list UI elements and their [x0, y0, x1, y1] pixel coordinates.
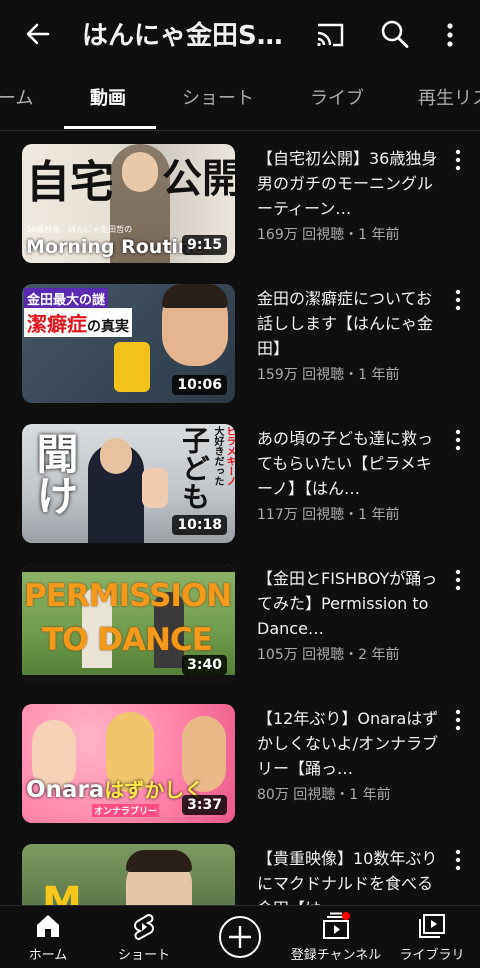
nav-subscriptions[interactable]: 登録チャンネル [288, 906, 384, 968]
person-hair [126, 850, 192, 872]
more-vert-icon[interactable] [448, 848, 468, 872]
video-list: 自宅 公開 36歳独身、はんにゃ金田哲の Morning Routine 9:1… [0, 130, 480, 905]
video-meta: 105万 回視聴・2 年前 [257, 647, 400, 663]
tab-live[interactable]: ライブ [310, 70, 364, 128]
letterbox-bottom [22, 675, 235, 683]
duration-badge: 3:40 [182, 655, 227, 675]
tab-videos[interactable]: 動画 [90, 70, 126, 128]
thumb-title-box: 潔癖症の真実 [24, 308, 132, 337]
video-item[interactable]: M 【貴重映像】10数年ぶりにマクドナルドを食べる金田【は… [0, 830, 480, 905]
nav-create[interactable] [192, 906, 288, 968]
tab-home[interactable]: ーム [0, 70, 33, 128]
nav-library-label: ライブラリ [399, 948, 465, 963]
duration-badge: 10:18 [172, 515, 227, 535]
more-vert-icon[interactable] [448, 148, 468, 172]
nav-home[interactable]: ホーム [0, 906, 96, 968]
person-hair [162, 284, 228, 308]
video-meta: 159万 回視聴・1 年前 [257, 367, 400, 383]
video-title[interactable]: あの頃の子ども達に救ってもらいたい【ピラメキーノ】【はん… [257, 426, 441, 501]
more-vert-icon[interactable] [448, 428, 468, 452]
thumb-caption: 36歳独身、はんにゃ金田哲の [26, 225, 133, 234]
duration-badge: 3:37 [182, 795, 227, 815]
thumb-text-piramekino: ピラメキーノ [224, 426, 235, 486]
cast-icon[interactable] [314, 20, 346, 50]
duration-badge: 9:15 [182, 235, 227, 255]
subscriptions-icon [323, 912, 350, 939]
video-meta: 80万 回視聴・1 年前 [257, 787, 391, 803]
thumb-text-listen: 聞け [30, 432, 79, 516]
hand-image [142, 468, 168, 508]
thumb-text-onara-word: Onara [26, 777, 105, 803]
video-thumbnail[interactable]: 聞け 子ども 大好きだった ピラメキーノ 10:18 [22, 424, 235, 543]
thumb-text-onara: Onaraはずかしく [26, 774, 204, 803]
bottom-navigation: ホーム ショート 登録チャンネル ライブラリ [0, 905, 480, 968]
video-thumbnail[interactable]: PERMISSION TO DANCE 3:40 [22, 564, 235, 683]
channel-tabs: ーム 動画 ショート ライブ 再生リス [0, 70, 480, 131]
tab-playlists[interactable]: 再生リス [418, 70, 480, 128]
more-vert-icon[interactable] [448, 288, 468, 312]
more-vert-icon[interactable] [448, 568, 468, 592]
thumb-text-mystery: 金田最大の謎 [24, 288, 109, 309]
thumb-text-open: 公開 [162, 156, 235, 202]
nav-subscriptions-label: 登録チャンネル [290, 948, 382, 963]
search-icon[interactable] [380, 18, 410, 50]
create-plus-icon [219, 916, 261, 958]
thumb-text-home: 自宅 [26, 157, 114, 208]
person-face [122, 152, 158, 192]
more-vert-icon[interactable] [440, 20, 460, 50]
video-meta: 117万 回視聴・1 年前 [257, 507, 400, 523]
video-item[interactable]: 金田最大の謎 潔癖症の真実 10:06 金田の潔癖症についてお話しします【はんに… [0, 270, 480, 410]
thumb-text-truth: の真実 [87, 319, 129, 335]
active-tab-indicator [64, 126, 156, 129]
person-face [100, 438, 132, 474]
top-app-bar: はんにゃ金田SH… [0, 0, 480, 70]
nav-shorts-label: ショート [117, 948, 170, 963]
thumb-text-to-dance: TO DANCE [42, 622, 213, 658]
nav-shorts[interactable]: ショート [96, 906, 192, 968]
video-item[interactable]: 聞け 子ども 大好きだった ピラメキーノ 10:18 あの頃の子ども達に救っても… [0, 410, 480, 550]
thumb-text-mysophobia: 潔癖症 [27, 312, 87, 336]
back-arrow-icon[interactable] [22, 18, 54, 50]
thumb-text-routine: Morning Routine [26, 236, 205, 258]
video-thumbnail[interactable]: M [22, 844, 235, 905]
video-item[interactable]: PERMISSION TO DANCE 3:40 【金田とFISHBOYが踊って… [0, 550, 480, 690]
nav-home-label: ホーム [28, 948, 68, 963]
notification-badge [342, 912, 350, 920]
video-thumbnail[interactable]: 金田最大の謎 潔癖症の真実 10:06 [22, 284, 235, 403]
tab-shorts[interactable]: ショート [182, 70, 254, 128]
mcdonalds-logo: M [42, 879, 82, 905]
video-thumbnail[interactable]: 自宅 公開 36歳独身、はんにゃ金田哲の Morning Routine 9:1… [22, 144, 235, 263]
video-thumbnail[interactable]: Onaraはずかしく オンナラブリー 3:37 [22, 704, 235, 823]
duration-badge: 10:06 [172, 375, 227, 395]
letterbox-top [22, 564, 235, 572]
video-title[interactable]: 【自宅初公開】36歳独身男のガチのモーニングルーティーン… [257, 146, 441, 221]
video-title[interactable]: 金田の潔癖症についてお話しします【はんにゃ金田】 [257, 286, 441, 361]
video-item[interactable]: 自宅 公開 36歳独身、はんにゃ金田哲の Morning Routine 9:1… [0, 130, 480, 270]
bottle-image [114, 342, 150, 392]
video-title[interactable]: 【12年ぶり】Onaraはずかしくないよ/オンナラブリー【踊っ… [257, 706, 441, 781]
nav-library[interactable]: ライブラリ [384, 906, 480, 968]
library-icon [419, 914, 445, 938]
video-meta: 169万 回視聴・1 年前 [257, 227, 400, 243]
home-icon [37, 915, 59, 937]
video-title[interactable]: 【貴重映像】10数年ぶりにマクドナルドを食べる金田【は… [257, 846, 441, 905]
more-vert-icon[interactable] [448, 708, 468, 732]
shorts-icon [134, 913, 154, 941]
thumb-text-kids: 子ども [178, 426, 211, 510]
video-title[interactable]: 【金田とFISHBOYが踊ってみた】Permission to Dance… [257, 566, 441, 641]
video-item[interactable]: Onaraはずかしく オンナラブリー 3:37 【12年ぶり】Onaraはずかし… [0, 690, 480, 830]
thumb-caption: オンナラブリー [92, 804, 160, 817]
thumb-text-permission: PERMISSION [24, 578, 232, 614]
channel-title: はんにゃ金田SH… [82, 21, 302, 51]
